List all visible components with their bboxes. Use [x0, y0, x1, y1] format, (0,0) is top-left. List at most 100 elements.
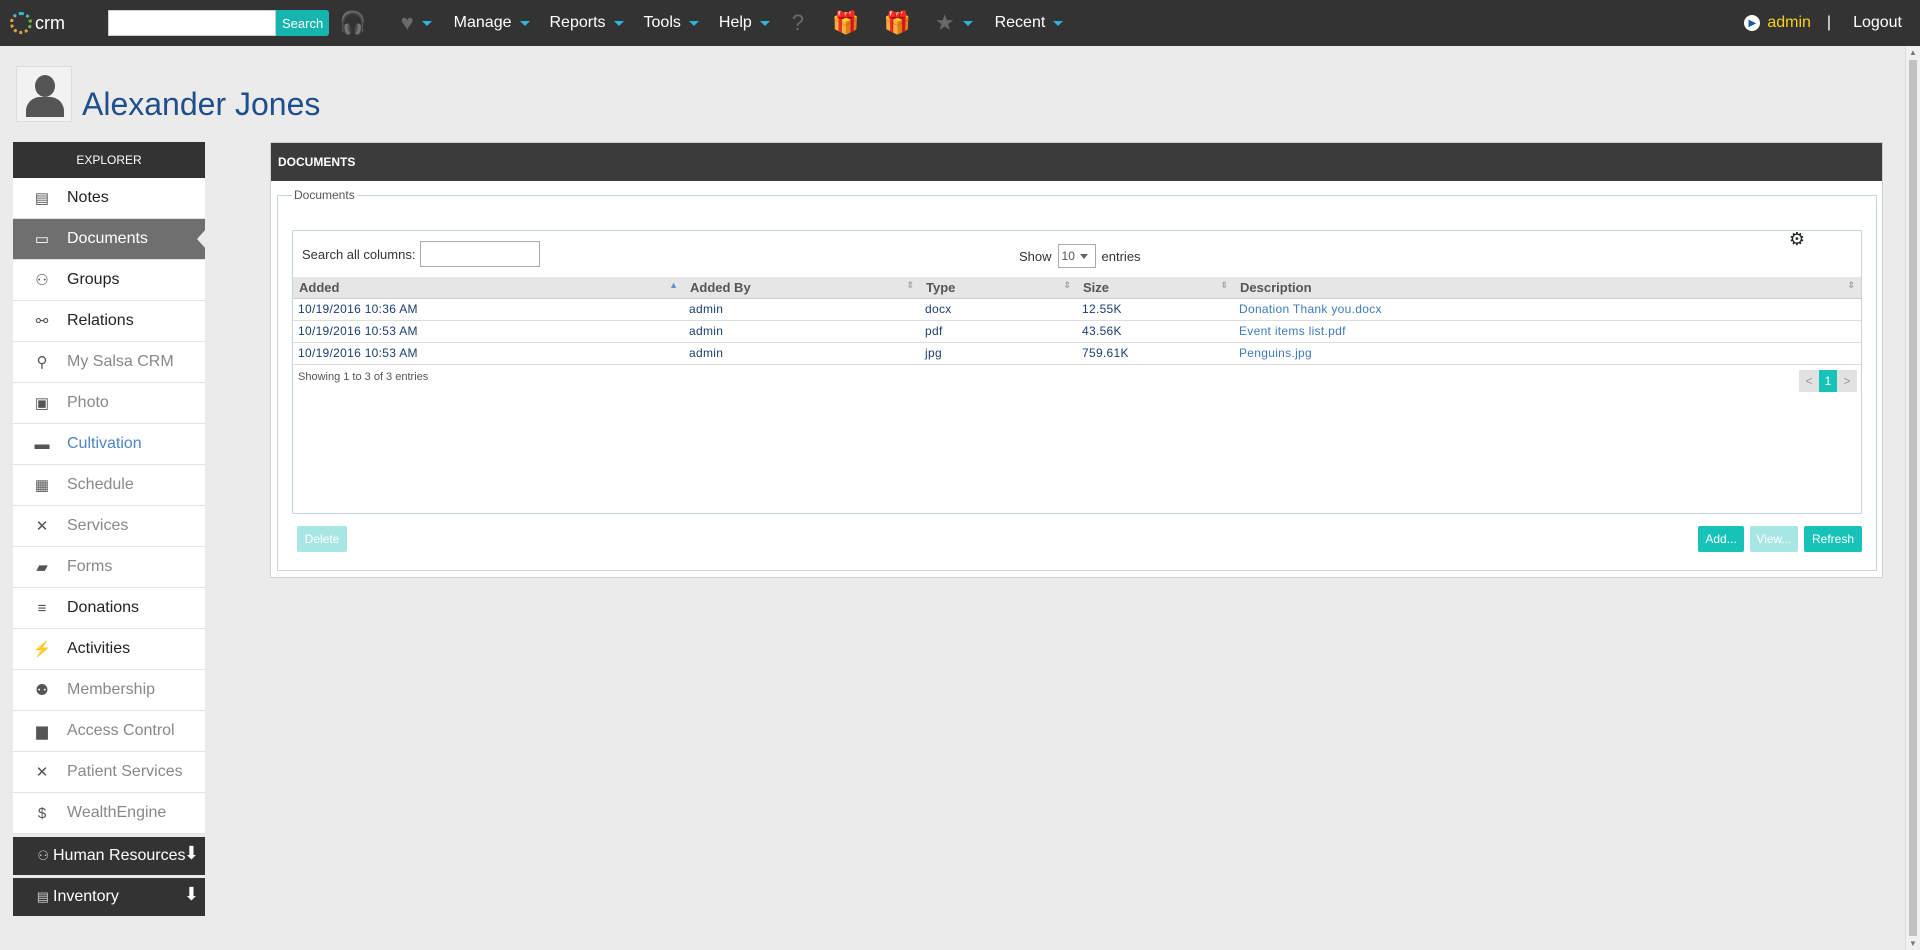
page-scrollbar[interactable]: ▲ ▼ [1905, 46, 1920, 950]
separator: | [1826, 14, 1832, 31]
sidebar-item-my-salsa-crm[interactable]: ⚲ My Salsa CRM [13, 342, 205, 383]
logout-link[interactable]: Logout [1853, 14, 1902, 32]
sidebar-item-donations[interactable]: ≡ Donations [13, 588, 205, 629]
sort-asc-icon: ▲ [669, 280, 678, 290]
crm-logo[interactable]: crm [10, 12, 96, 34]
refresh-button[interactable]: Refresh [1804, 526, 1862, 552]
column-header-type[interactable]: Type ⇕ [920, 277, 1077, 299]
sidebar-item-membership[interactable]: ⚉ Membership [13, 670, 205, 711]
sidebar-item-documents[interactable]: ▭ Documents [13, 219, 206, 260]
forms-icon: ▰ [36, 559, 48, 576]
table-row[interactable]: 10/19/2016 10:53 AM admin jpg 759.61K Pengui… [293, 342, 1861, 365]
expand-down-icon[interactable]: ⬇ [184, 884, 199, 905]
expand-down-icon[interactable]: ⬇ [184, 843, 199, 864]
show-label: Show [1019, 248, 1052, 264]
folder-icon: ▭ [34, 231, 50, 248]
table-cell: docx [920, 298, 1077, 321]
document-link[interactable]: Donation Thank you.docx [1234, 298, 1861, 321]
search-all-input[interactable] [420, 241, 541, 267]
sidebar-item-photo[interactable]: ▣ Photo [13, 383, 205, 424]
photo-icon: ▣ [34, 395, 50, 412]
sidebar-group-inventory[interactable]: ▤ Inventory ⬇ [13, 878, 205, 916]
panel-title: DOCUMENTS [271, 143, 1882, 181]
document-link[interactable]: Penguins.jpg [1234, 342, 1861, 365]
gift-icon[interactable]: 🎁 [832, 10, 859, 36]
sidebar-item-wealthengine[interactable]: $ WealthEngine [13, 793, 205, 834]
avatar-body-icon [26, 97, 64, 117]
star-icon[interactable]: ★ [935, 10, 973, 36]
menu-manage[interactable]: Manage [454, 14, 530, 32]
pagination-prev[interactable]: < [1799, 370, 1819, 392]
sidebar-item-cultivation[interactable]: ▬ Cultivation [13, 424, 205, 465]
column-header-size[interactable]: Size ⇕ [1077, 277, 1234, 299]
sidebar-item-label: Notes [67, 189, 109, 206]
sidebar-item-forms[interactable]: ▰ Forms [13, 547, 205, 588]
sidebar-item-label: Groups [67, 271, 120, 288]
page-length-select[interactable]: 10 [1057, 244, 1096, 268]
sidebar-item-label: Relations [67, 312, 134, 329]
scrollbar-thumb[interactable] [1909, 60, 1917, 936]
column-header-description[interactable]: Description ⇕ [1234, 277, 1861, 299]
sidebar-item-activities[interactable]: ⚡ Activities [13, 629, 205, 670]
question-icon[interactable]: ? [792, 10, 804, 36]
column-label: Added By [690, 279, 751, 295]
table-cell: admin [684, 320, 920, 343]
sidebar-item-label: Services [67, 517, 129, 534]
document-link[interactable]: Event items list.pdf [1234, 320, 1861, 343]
column-header-added-by[interactable]: Added By ⇕ [684, 277, 920, 299]
column-header-added[interactable]: Added ▲ [293, 277, 684, 299]
menu-reports[interactable]: Reports [550, 14, 624, 32]
delete-button[interactable]: Delete [297, 526, 347, 552]
sidebar-item-patient-services[interactable]: ✕ Patient Services [13, 752, 205, 793]
top-navigation-bar: crm Search 🎧 ♥ Manage Reports Tools Help… [0, 0, 1920, 46]
table-cell: admin [684, 298, 920, 321]
sidebar-item-services[interactable]: ✕ Services [13, 506, 205, 547]
gift-plus-icon[interactable]: 🎁 [883, 10, 910, 36]
menu-help[interactable]: Help [719, 14, 770, 32]
sidebar-item-access-control[interactable]: ▆ Access Control [13, 711, 205, 752]
user-link[interactable]: admin [1767, 14, 1811, 32]
add-button[interactable]: Add... [1698, 526, 1744, 552]
table-cell: jpg [920, 342, 1077, 365]
pagination-page[interactable]: 1 [1819, 370, 1837, 392]
lightning-icon: ⚡ [32, 641, 52, 658]
sidebar-item-label: Patient Services [67, 763, 183, 780]
sort-icon: ⇕ [1847, 280, 1855, 290]
sidebar-item-groups[interactable]: ⚇ Groups [13, 260, 205, 301]
user-area: ▶ admin | Logout [1744, 0, 1920, 46]
menu-recent[interactable]: Recent [995, 14, 1064, 32]
explorer-sidebar: EXPLORER ▤ Notes ▭ Documents ⚇ Groups ⚯ Relatio… [13, 142, 206, 916]
sidebar-item-label: Photo [67, 394, 109, 411]
menu-tools[interactable]: Tools [644, 14, 699, 32]
table-row[interactable]: 10/19/2016 10:36 AM admin docx 12.55K Donati… [293, 298, 1861, 321]
sidebar-item-relations[interactable]: ⚯ Relations [13, 301, 205, 342]
sidebar-group-human-resources[interactable]: ⚇ Human Resources ⬇ [13, 837, 205, 875]
headset-icon[interactable]: 🎧 [339, 10, 366, 36]
menu-tools-label: Tools [643, 14, 681, 31]
view-button[interactable]: View... [1750, 526, 1798, 552]
gear-icon[interactable]: ⚙ [1789, 229, 1805, 250]
table-toolbar: Search all columns: Show 10 entries ⚙ [293, 229, 1861, 277]
documents-table: Added ▲ Added By ⇕ Type ⇕ Size ⇕ Description… [293, 277, 1861, 365]
sidebar-item-notes[interactable]: ▤ Notes [13, 178, 205, 219]
page-length: Show 10 entries [1019, 244, 1141, 268]
sort-icon: ⇕ [906, 280, 914, 290]
scroll-up-icon[interactable]: ▲ [1909, 48, 1917, 57]
global-search-input[interactable] [108, 10, 276, 36]
scroll-down-icon[interactable]: ▼ [1909, 939, 1917, 948]
chevron-down-icon [519, 20, 530, 26]
table-cell: 10/19/2016 10:53 AM [293, 320, 684, 343]
sidebar-item-label: Cultivation [67, 435, 142, 452]
sidebar-item-schedule[interactable]: ▦ Schedule [13, 465, 205, 506]
pagination: < 1 > [1799, 370, 1857, 392]
explorer-title: EXPLORER [13, 142, 205, 178]
heart-icon[interactable]: ♥ [401, 10, 432, 36]
avatar[interactable] [16, 66, 72, 122]
sidebar-item-label: Forms [67, 558, 113, 575]
menu-reports-label: Reports [549, 14, 606, 31]
sidebar-group-label: Human Resources [53, 847, 186, 864]
table-row[interactable]: 10/19/2016 10:53 AM admin pdf 43.56K Event i… [293, 320, 1861, 343]
global-search-button[interactable]: Search [276, 10, 330, 36]
pagination-next[interactable]: > [1837, 370, 1857, 392]
sidebar-item-label: Membership [67, 681, 156, 698]
